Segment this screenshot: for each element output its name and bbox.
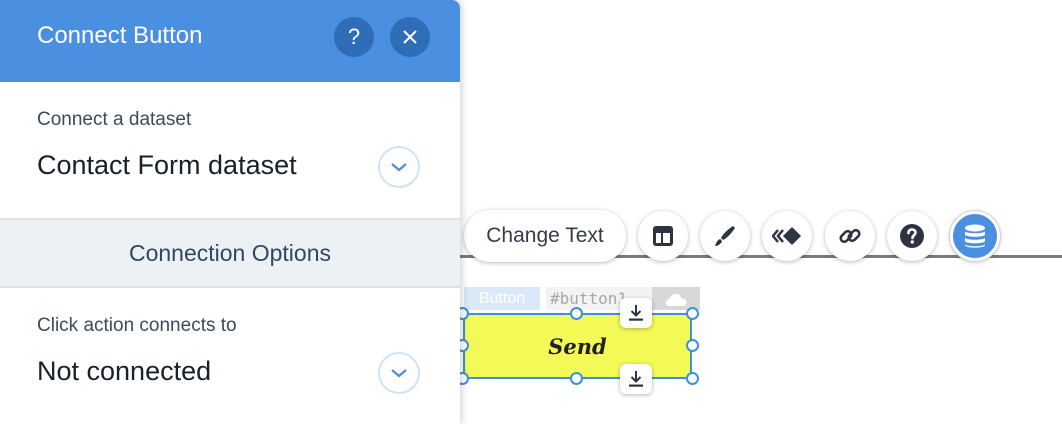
panel-help-button[interactable]: ? [334,17,374,57]
link-icon [839,228,861,244]
panel-title: Connect Button [37,22,203,49]
database-icon [965,224,985,248]
change-text-button[interactable]: Change Text [464,210,626,262]
editor-stage: Change Text Button #button1 Send Connect… [0,0,1062,424]
animation-button[interactable] [762,211,812,261]
help-icon [900,224,924,248]
chevron-down-icon [391,369,407,378]
design-brush-icon [715,226,735,246]
click-action-dropdown-button[interactable] [378,352,420,394]
connect-button-panel: Connect Button ? Connect a dataset Conta… [0,0,460,424]
resize-handle-right[interactable] [686,339,699,352]
connect-data-button[interactable] [950,211,1000,261]
dataset-label: Connect a dataset [37,109,192,130]
stretch-bottom-handle[interactable] [620,364,652,394]
panel-header: Connect Button ? [0,0,460,82]
dataset-dropdown-button[interactable] [378,146,420,188]
chevron-down-icon [391,163,407,172]
dataset-dropdown-value[interactable]: Contact Form dataset [37,150,297,181]
link-button[interactable] [825,211,875,261]
send-button-label: Send [548,333,607,359]
click-action-dropdown-value[interactable]: Not connected [37,356,211,387]
design-button[interactable] [700,211,750,261]
question-icon: ? [347,24,361,49]
click-action-label: Click action connects to [37,315,237,336]
connection-options-header: Connection Options [0,218,460,288]
resize-handle-top[interactable] [570,307,583,320]
cloud-icon [665,293,687,306]
help-button[interactable] [887,211,937,261]
resize-handle-top-right[interactable] [686,307,699,320]
send-button[interactable]: Send [463,313,692,379]
layout-button[interactable] [638,211,688,261]
close-icon [403,30,417,44]
download-arrow-icon [629,305,643,321]
panel-close-button[interactable] [390,17,430,57]
resize-handle-bottom[interactable] [570,372,583,385]
element-type-tag: Button [464,287,540,310]
animation-icon [772,227,801,245]
download-arrow-icon [629,371,643,387]
stretch-top-handle[interactable] [620,298,652,328]
resize-handle-bottom-right[interactable] [686,372,699,385]
layout-icon [653,226,673,246]
